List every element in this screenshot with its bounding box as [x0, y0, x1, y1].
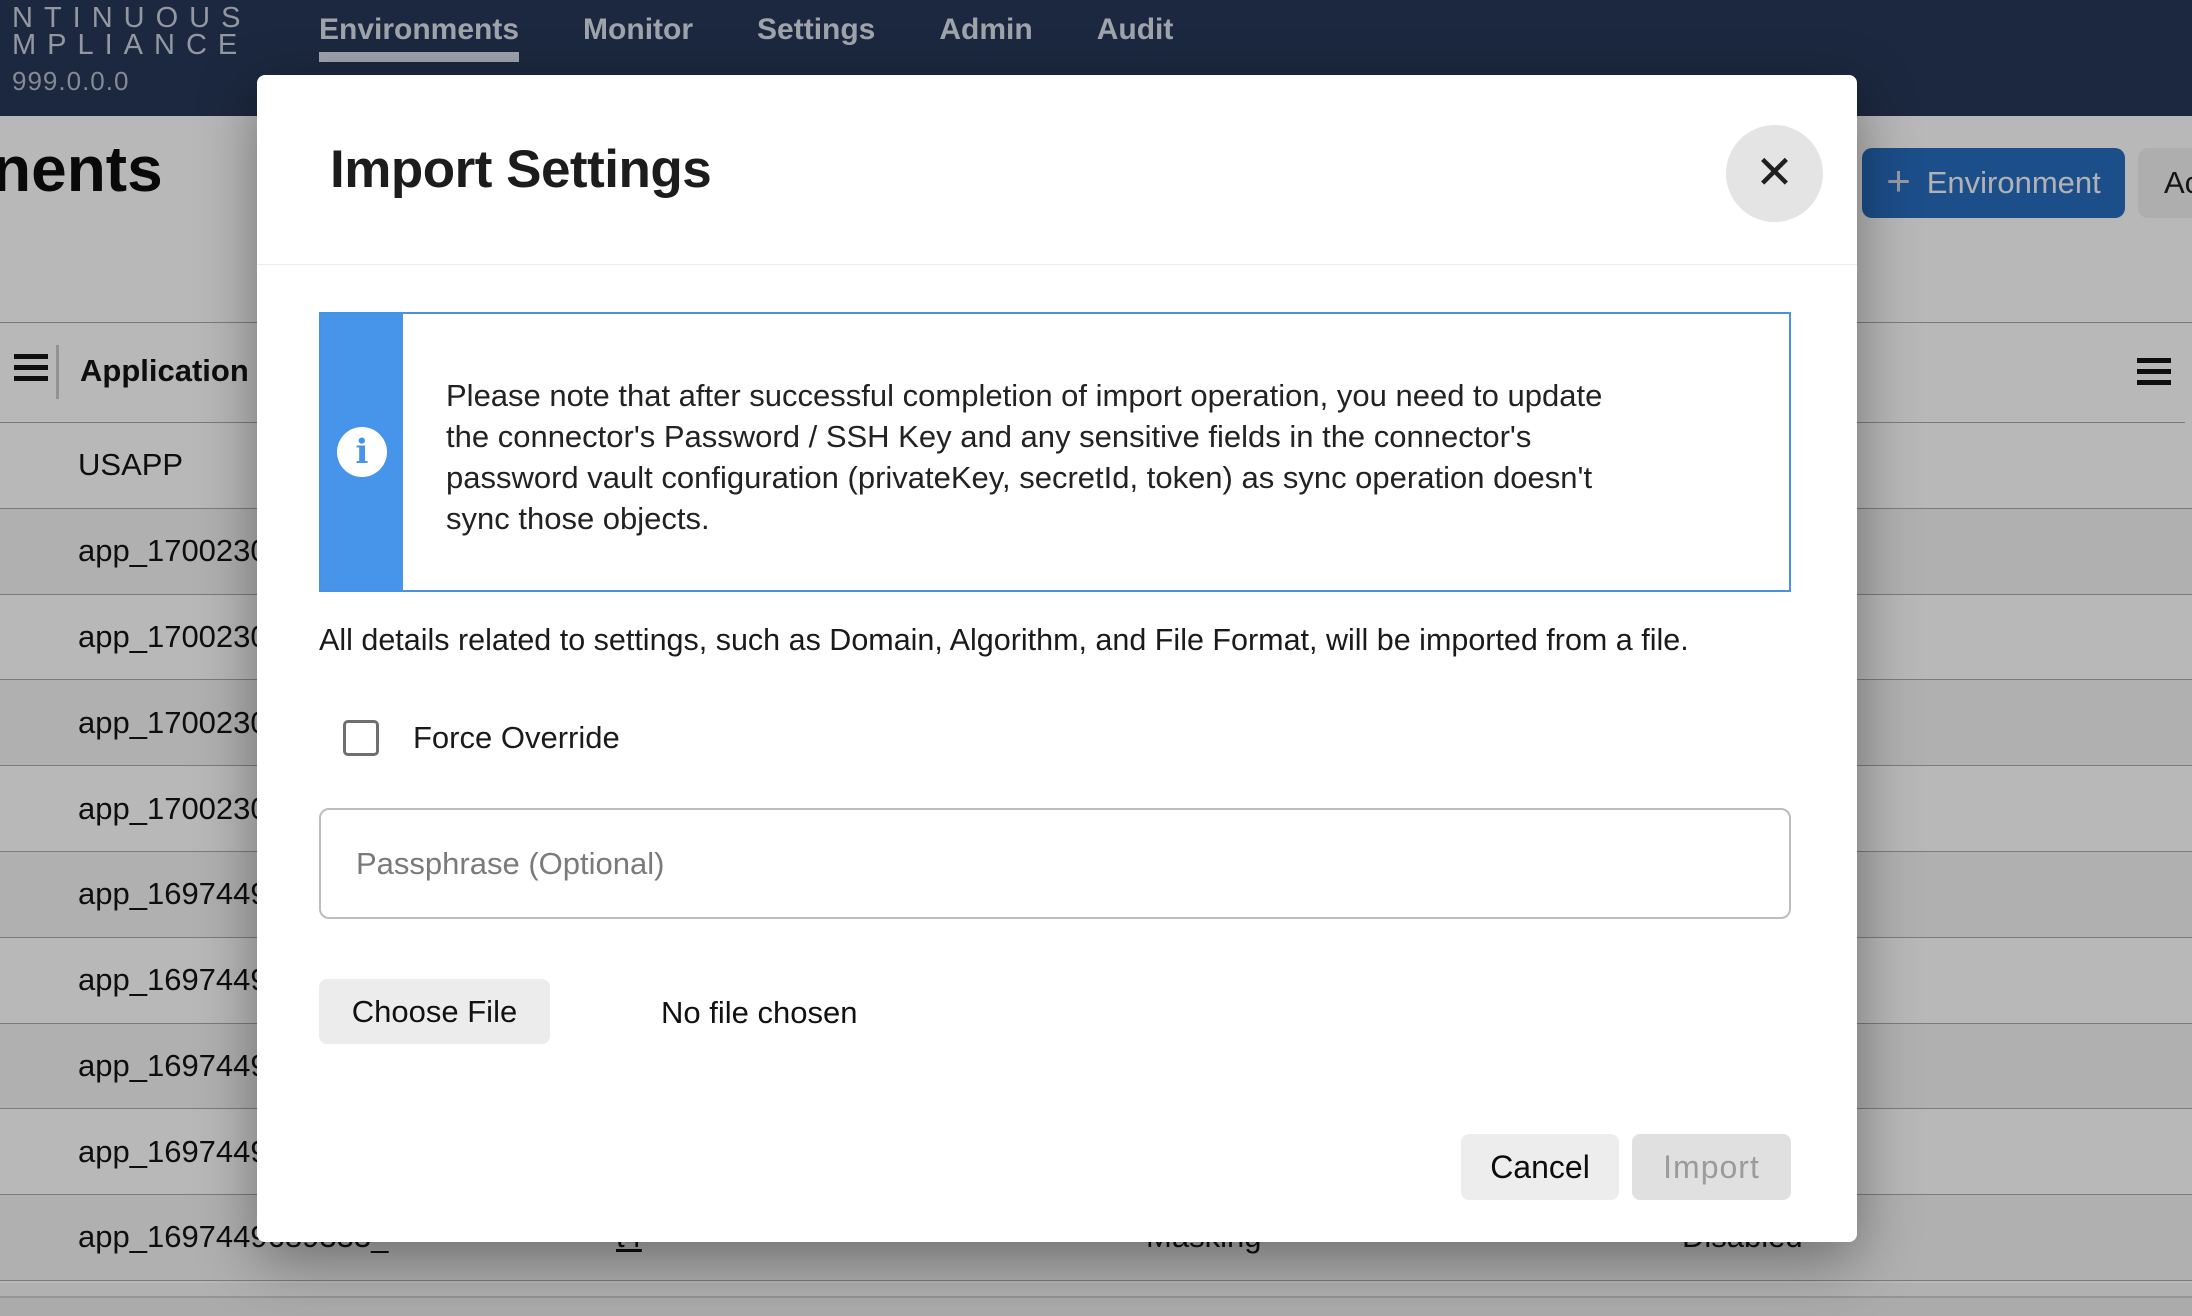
force-override-label: Force Override [413, 720, 620, 756]
dialog-header: Import Settings [257, 75, 1857, 265]
screen: NTINUOUS MPLIANCE 999.0.0.0 Environments… [0, 0, 2192, 1316]
info-line: the connector's Password / SSH Key and a… [446, 416, 1602, 457]
close-icon: ✕ [1755, 149, 1794, 195]
import-description: All details related to settings, such as… [319, 623, 1689, 658]
info-line: sync those objects. [446, 498, 1602, 539]
passphrase-input[interactable] [319, 808, 1791, 919]
info-line: password vault configuration (privateKey… [446, 457, 1602, 498]
cancel-label: Cancel [1490, 1149, 1590, 1186]
force-override-row: Force Override [343, 720, 620, 756]
import-button-disabled[interactable]: Import [1632, 1134, 1791, 1200]
no-file-chosen-text: No file chosen [661, 995, 857, 1031]
info-line: Please note that after successful comple… [446, 375, 1602, 416]
info-icon: i [337, 427, 387, 477]
cancel-button[interactable]: Cancel [1461, 1134, 1619, 1200]
close-button[interactable]: ✕ [1726, 125, 1823, 222]
choose-file-button[interactable]: Choose File [319, 979, 550, 1044]
force-override-checkbox[interactable] [343, 720, 379, 756]
info-alert: i Please note that after successful comp… [319, 312, 1791, 592]
info-alert-text: Please note that after successful comple… [403, 314, 1662, 590]
dialog-title: Import Settings [330, 139, 711, 200]
info-alert-accent-bar: i [321, 314, 403, 590]
import-settings-dialog: Import Settings ✕ i Please note that aft… [257, 75, 1857, 1242]
import-label: Import [1663, 1149, 1760, 1186]
info-icon-glyph: i [356, 435, 369, 469]
choose-file-label: Choose File [352, 994, 517, 1030]
